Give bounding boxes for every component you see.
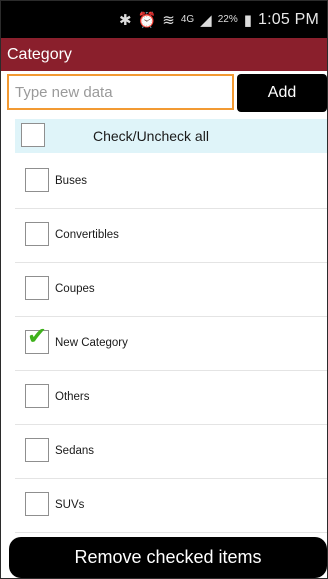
remove-checked-button[interactable]: Remove checked items: [9, 537, 327, 578]
item-checkbox[interactable]: [25, 384, 49, 408]
check-all-row[interactable]: Check/Uncheck all: [15, 119, 327, 153]
item-label: Coupes: [55, 283, 95, 295]
check-all-label: Check/Uncheck all: [93, 128, 209, 144]
item-checkbox[interactable]: ✔: [25, 325, 49, 354]
list-item[interactable]: SUVs: [15, 479, 327, 533]
item-checkbox[interactable]: [25, 168, 49, 192]
alarm-icon: ⏰: [137, 11, 157, 29]
list-item[interactable]: Others: [15, 371, 327, 425]
item-label: New Category: [55, 337, 128, 349]
status-bar: ✱ ⏰ ≋ 4G ◢ 22% ▮ 1:05 PM: [1, 1, 327, 38]
page-title: Category: [7, 45, 72, 63]
check-all-checkbox[interactable]: [21, 123, 45, 147]
list-item[interactable]: ✔ New Category: [15, 317, 327, 371]
battery-percent: 22%: [217, 14, 238, 25]
list-item[interactable]: Coupes: [15, 263, 327, 317]
item-label: Buses: [55, 175, 87, 187]
item-label: Others: [55, 391, 90, 403]
list-item[interactable]: Buses: [15, 155, 327, 209]
bluetooth-icon: ✱: [118, 11, 132, 29]
network-label: 4G: [180, 14, 195, 25]
item-checkbox[interactable]: [25, 492, 49, 516]
new-data-input[interactable]: [7, 74, 234, 110]
app-frame: ✱ ⏰ ≋ 4G ◢ 22% ▮ 1:05 PM Category Add Ch…: [0, 0, 328, 579]
battery-icon: ▮: [243, 11, 252, 29]
list-item[interactable]: Convertibles: [15, 209, 327, 263]
app-title-bar: Category: [1, 38, 327, 71]
checkmark-icon: ✔: [27, 323, 48, 350]
wifi-icon: ≋: [162, 11, 175, 29]
item-label: Sedans: [55, 445, 95, 457]
item-checkbox[interactable]: [25, 222, 49, 246]
list-item[interactable]: Sedans: [15, 425, 327, 479]
signal-icon: ◢: [200, 11, 212, 29]
item-label: Convertibles: [55, 229, 119, 241]
item-label: SUVs: [55, 499, 85, 511]
item-checkbox[interactable]: [25, 438, 49, 462]
status-time: 1:05 PM: [258, 10, 319, 28]
input-row: Add: [1, 71, 327, 115]
add-button[interactable]: Add: [237, 74, 327, 112]
category-list: Buses Convertibles Coupes ✔ New Category Othe…: [15, 155, 327, 533]
item-checkbox[interactable]: [25, 276, 49, 300]
